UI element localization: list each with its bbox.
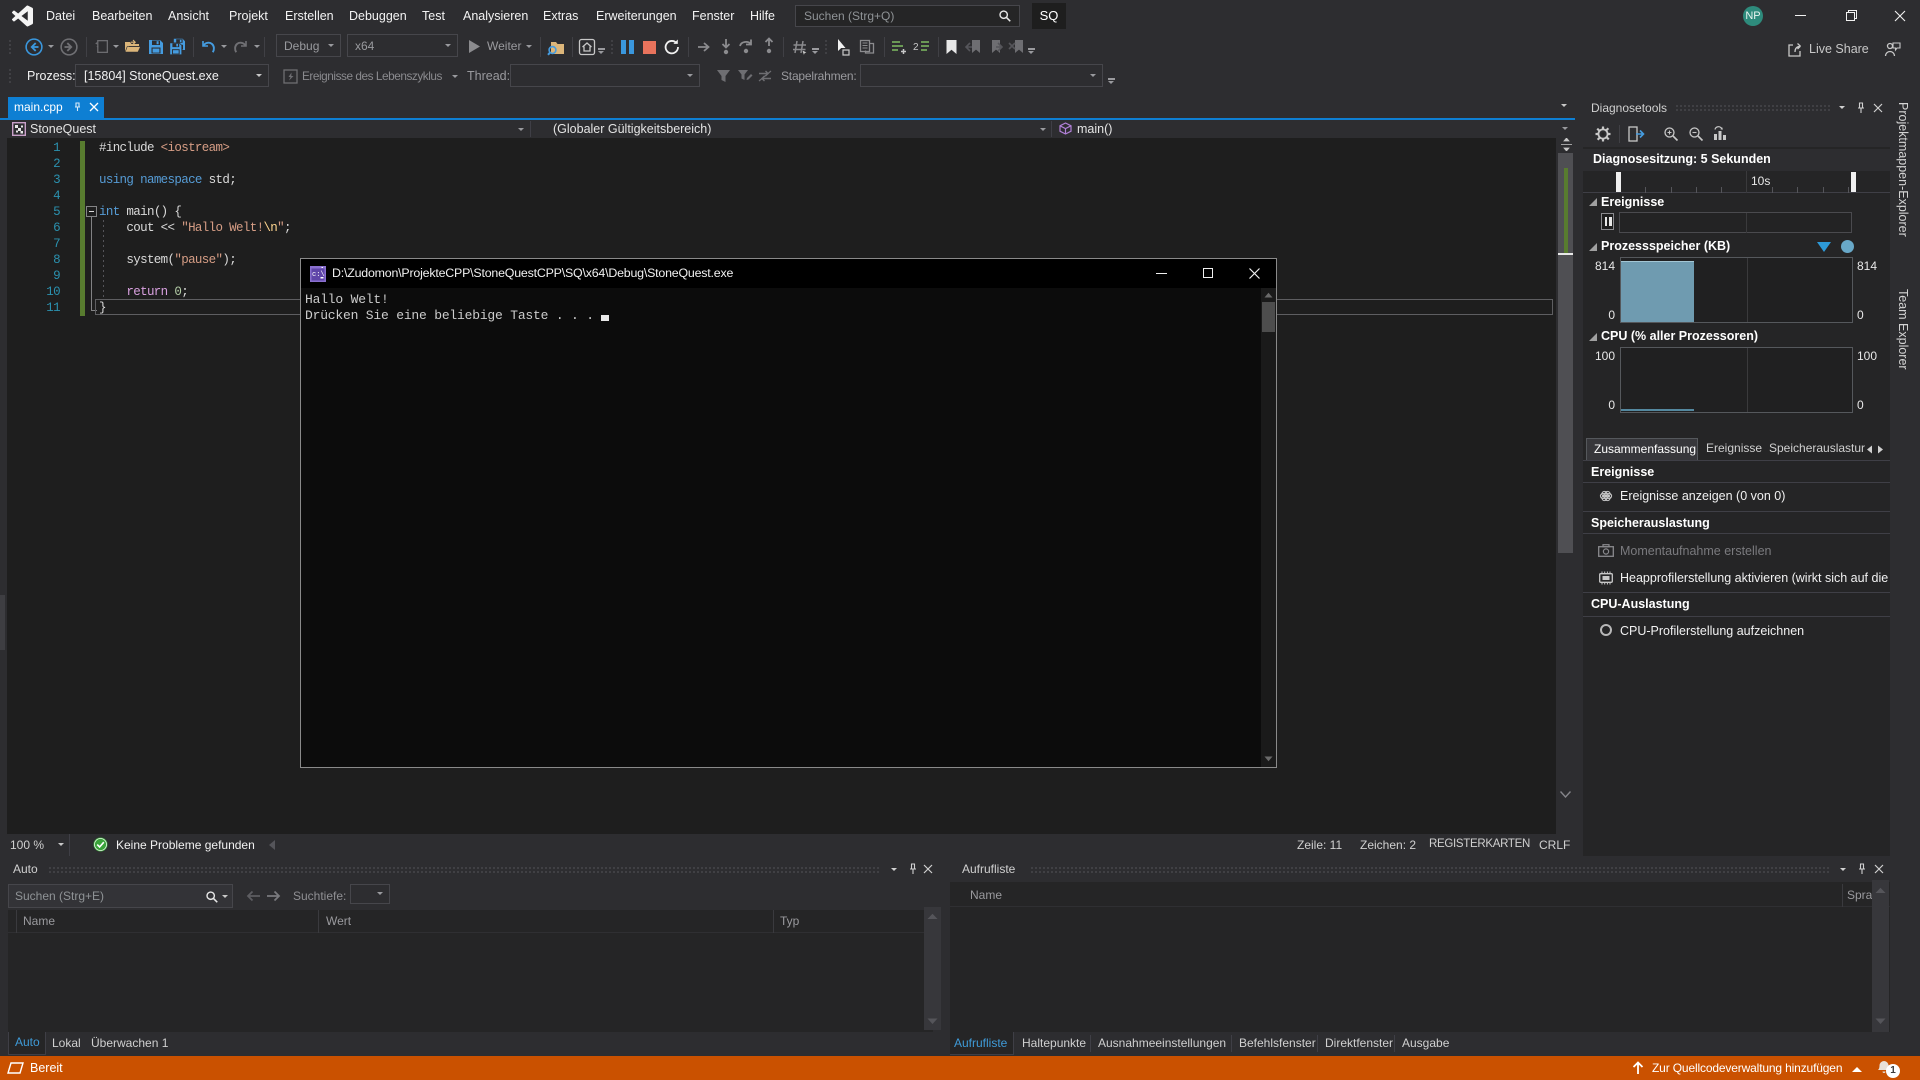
svg-text:2: 2	[913, 42, 919, 53]
